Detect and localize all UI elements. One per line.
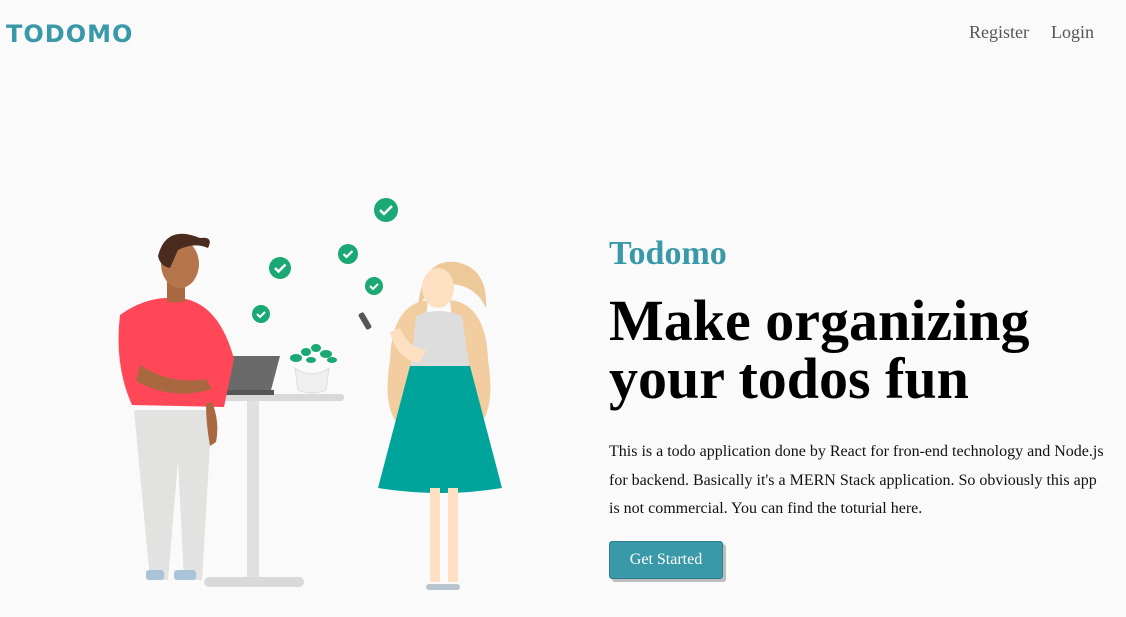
check-icon: [338, 244, 358, 264]
get-started-button[interactable]: Get Started: [609, 541, 723, 579]
woman-figure: [358, 261, 502, 590]
check-icon: [252, 305, 270, 323]
check-icon: [269, 257, 291, 279]
top-nav: Register Login: [969, 20, 1094, 44]
headline-line-2: your todos fun: [609, 346, 969, 411]
login-link[interactable]: Login: [1051, 20, 1094, 44]
hero-illustration: [118, 198, 502, 590]
plant: [290, 344, 337, 394]
man-figure: [118, 233, 234, 580]
register-link[interactable]: Register: [969, 20, 1029, 44]
check-icon: [365, 277, 383, 295]
brand-title: Todomo: [609, 235, 727, 272]
headline-line-1: Make organizing: [609, 288, 1030, 353]
hero-description: This is a todo application done by React…: [609, 443, 1104, 517]
logo[interactable]: TODOMO: [6, 18, 133, 50]
hero-headline: Make organizing your todos fun: [609, 292, 1109, 408]
check-icon: [374, 198, 398, 222]
